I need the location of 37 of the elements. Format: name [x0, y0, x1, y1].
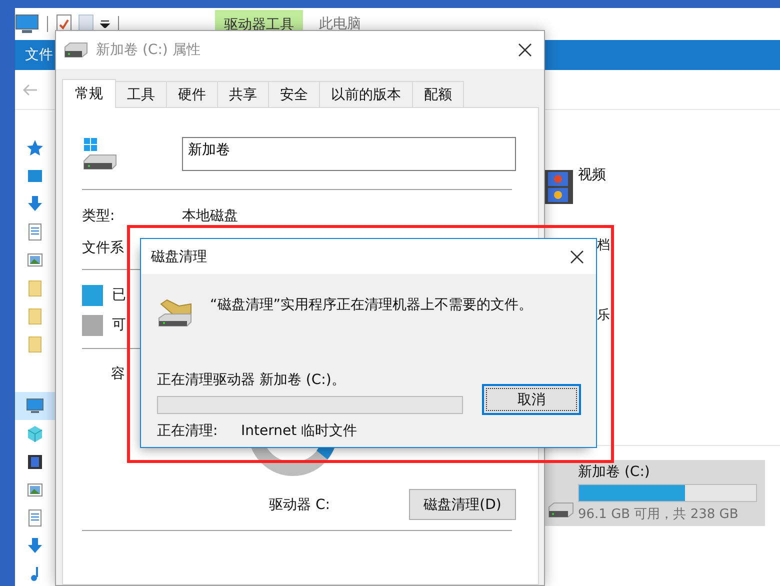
current-item-text: Internet 临时文件 [241, 422, 358, 440]
cancel-button[interactable]: 取消 [482, 384, 581, 415]
tab[interactable]: 常规 [62, 79, 116, 108]
monitor-icon [25, 396, 45, 416]
tab[interactable]: 配额 [412, 81, 464, 107]
cleanup-message: “磁盘清理”实用程序正在清理机器上不需要的文件。 [210, 296, 533, 314]
type-label: 类型: [82, 207, 116, 225]
dialog-title: 磁盘清理 [151, 248, 208, 266]
film-icon [545, 170, 573, 204]
cube-icon [25, 424, 45, 444]
drive-status-text: 正在清理驱动器 新加卷 (C:)。 [157, 371, 346, 390]
volume-name-field[interactable]: 新加卷 [182, 137, 516, 171]
drive-label: 驱动器 C: [269, 496, 330, 514]
dropdown-caret-icon[interactable] [100, 20, 110, 28]
free-space-label: 可 [112, 316, 126, 334]
windows-drive-icon [82, 137, 118, 171]
close-icon[interactable] [518, 43, 532, 57]
disk-cleanup-button[interactable]: 磁盘清理(D) [409, 489, 516, 520]
capacity-label: 容 [111, 365, 125, 383]
file-system-label: 文件系 [82, 239, 124, 257]
used-space-swatch [82, 284, 103, 306]
drive-item[interactable]: 新加卷 (C:) 96.1 GB 可用，共 238 GB [545, 460, 765, 526]
used-space-label: 已 [112, 286, 126, 304]
type-value: 本地磁盘 [182, 207, 238, 225]
monitor-icon[interactable] [15, 14, 39, 34]
dialog-title: 新加卷 (C:) 属性 [96, 41, 202, 59]
current-item-label: 正在清理: [157, 422, 219, 440]
drive-icon [548, 502, 574, 518]
star-icon [25, 138, 45, 158]
drive-icon [64, 42, 88, 58]
film-icon [25, 452, 45, 472]
drive-name: 新加卷 (C:) [578, 463, 651, 481]
window-title: 此电脑 [319, 15, 361, 33]
close-icon[interactable] [570, 250, 584, 264]
folder-label[interactable]: 视频 [578, 160, 606, 184]
free-space-text: 96.1 GB 可用，共 238 GB [578, 506, 740, 523]
free-space-swatch [82, 314, 103, 336]
